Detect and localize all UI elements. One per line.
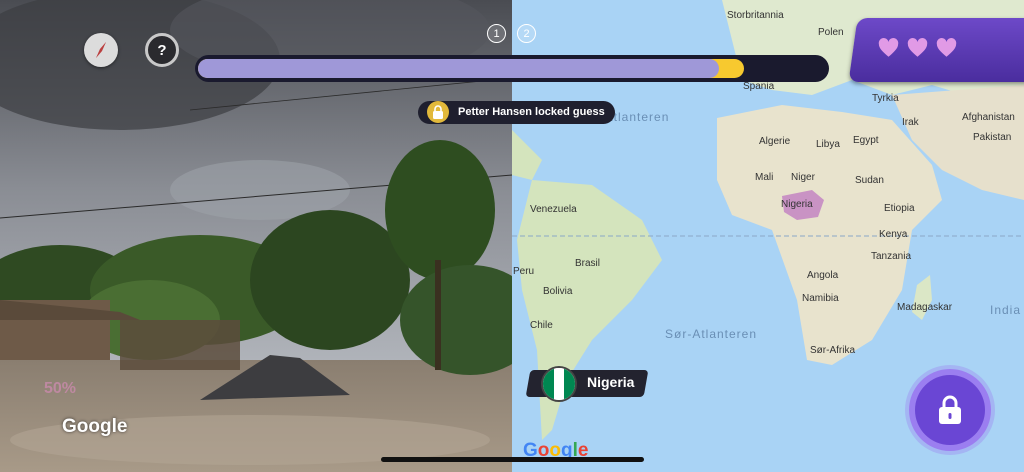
- help-button[interactable]: ?: [145, 33, 179, 67]
- heart-icon: [936, 38, 957, 57]
- home-indicator[interactable]: [381, 457, 644, 462]
- lock-guess-button[interactable]: [909, 369, 991, 451]
- map-label-nigeria: Nigeria: [781, 199, 813, 210]
- map-label-madagaskar: Madagaskar: [897, 302, 953, 313]
- map-label-libya: Libya: [816, 139, 840, 150]
- map-label-pakistan: Pakistan: [973, 132, 1012, 143]
- map-label-irak: Irak: [902, 117, 919, 128]
- map-label-niger: Niger: [791, 172, 815, 183]
- map-label-polen: Polen: [818, 27, 844, 38]
- compass-button[interactable]: [84, 33, 118, 67]
- map-label-afghanistan: Afghanistan: [962, 112, 1015, 123]
- heart-icon: [878, 38, 899, 57]
- padlock-icon: [939, 395, 961, 424]
- map-label-bolivia: Bolivia: [543, 286, 573, 297]
- map-label-angola: Angola: [807, 270, 839, 281]
- lives-hearts: [878, 38, 957, 58]
- round-indicator-1: 1: [487, 24, 506, 43]
- map-label-tanzania: Tanzania: [871, 251, 912, 262]
- map-label-peru: Peru: [513, 266, 535, 277]
- map-label-etiopia: Etiopia: [884, 203, 915, 214]
- lock-icon: [427, 101, 449, 123]
- nigeria-flag-icon[interactable]: [541, 366, 577, 402]
- google-logo-streetview: Google: [62, 416, 128, 437]
- map-label-venezuela: Venezuela: [530, 204, 577, 215]
- map-label-sudan: Sudan: [855, 175, 884, 186]
- question-icon: ?: [157, 41, 167, 59]
- map-label-spania: Spania: [743, 81, 775, 92]
- map-label-sor-afrika: Sør-Afrika: [810, 345, 855, 356]
- progress-fill: [198, 59, 720, 78]
- heart-icon: [907, 38, 928, 57]
- round-indicator-2: 2: [517, 24, 536, 43]
- map-label-tyrkia: Tyrkia: [872, 93, 899, 104]
- map-label-algerie: Algerie: [759, 136, 791, 147]
- map-label-kenya: Kenya: [879, 229, 908, 240]
- map-label-mali: Mali: [755, 172, 774, 183]
- ocean-label-south-atlantic: Sør-Atlanteren: [665, 327, 758, 341]
- ocean-label-indian: India: [990, 303, 1022, 317]
- map-label-chile: Chile: [530, 320, 553, 331]
- compass-icon: [96, 42, 106, 58]
- map-label-namibia: Namibia: [802, 293, 839, 304]
- map-label-brasil: Brasil: [575, 258, 601, 269]
- guess-country-label: Nigeria: [587, 374, 635, 390]
- map-label-egypt: Egypt: [853, 135, 879, 146]
- map-label-storbritannia: Storbritannia: [727, 10, 784, 21]
- timer-progress-bar: [195, 55, 829, 82]
